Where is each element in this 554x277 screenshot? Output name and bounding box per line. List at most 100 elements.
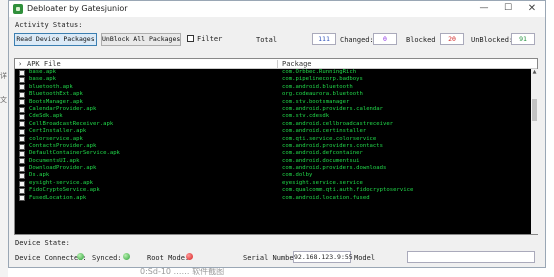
column-header-package[interactable]: Package — [282, 59, 312, 69]
row-checkbox[interactable] — [19, 106, 25, 113]
row-checkbox[interactable] — [19, 150, 25, 157]
root-mode-indicator-icon — [186, 253, 193, 260]
app-icon — [13, 4, 23, 14]
list-item[interactable]: colorservice.apk com.qti.service.colorser… — [15, 136, 530, 143]
synced-label: Synced: — [92, 254, 122, 262]
list-item[interactable]: FidoCryptoService.apk com.qualcomm.qti.au… — [15, 187, 530, 194]
row-checkbox[interactable] — [19, 77, 25, 84]
row-checkbox[interactable] — [19, 99, 25, 106]
list-item[interactable]: CalendarProvider.apk com.android.provider… — [15, 106, 530, 113]
row-checkbox[interactable] — [19, 69, 25, 76]
model-field — [407, 251, 535, 263]
list-item[interactable]: ContactsProvider.apk com.android.provider… — [15, 143, 530, 150]
unblocked-count: 91 — [511, 33, 535, 45]
list-item[interactable]: CellBroadcastReceiver.apk com.android.cel… — [15, 121, 530, 128]
list-item[interactable]: FusedLocation.apk com.android.location.fu… — [15, 195, 530, 202]
row-checkbox[interactable] — [19, 91, 25, 98]
apk-file-cell: ContactsProvider.apk — [29, 142, 97, 149]
blocked-count: 20 — [440, 33, 464, 45]
apk-file-cell: CellBroadcastReceiver.apk — [29, 120, 114, 127]
background-panel: 详 文 — [0, 0, 8, 277]
apk-file-cell: base.apk — [29, 76, 56, 83]
apk-file-cell: base.apk — [29, 69, 56, 75]
read-device-packages-button[interactable]: Read Device Packages — [14, 33, 97, 46]
list-item[interactable]: DocumentsUI.apk com.android.documentsui — [15, 158, 530, 165]
row-checkbox[interactable] — [19, 195, 25, 202]
row-checkbox[interactable] — [19, 158, 25, 165]
list-header: › APK File Package — [15, 59, 537, 69]
apk-file-cell: DownloadProvider.apk — [29, 165, 97, 172]
changed-label: Changed: — [340, 36, 374, 44]
list-item[interactable]: DownloadProvider.apk com.android.provider… — [15, 165, 530, 172]
package-cell: com.android.bluetooth — [282, 83, 353, 90]
apk-file-cell: BootsManager.apk — [29, 98, 83, 105]
activity-status-label: Activity Status: — [15, 21, 83, 29]
list-item[interactable]: CdeSdk.apk com.stv.cdesdk — [15, 113, 530, 121]
package-cell: com.Orbbec.RunningRich — [282, 69, 357, 75]
serial-number-label: Serial Number — [243, 254, 298, 262]
package-cell: com.android.cellbroadcastreceiver — [282, 120, 394, 127]
row-checkbox[interactable] — [19, 143, 25, 150]
serial-number-field: 92.168.123.9:55 — [293, 251, 353, 263]
row-checkbox[interactable] — [19, 84, 25, 91]
row-checkbox[interactable] — [19, 114, 25, 121]
list-item[interactable]: base.apk com.pipelinecorp.badboys — [15, 76, 530, 84]
row-checkbox[interactable] — [19, 121, 25, 128]
package-cell: com.android.documentsui — [282, 157, 360, 164]
row-checkbox[interactable] — [19, 128, 25, 135]
row-checkbox[interactable] — [19, 187, 25, 194]
package-cell: com.android.providers.downloads — [282, 165, 387, 172]
scrollbar-thumb[interactable] — [532, 99, 537, 121]
apk-file-cell: CertInstaller.apk — [29, 128, 87, 135]
apk-file-cell: CalendarProvider.apk — [29, 105, 97, 112]
column-header-apk[interactable]: APK File — [27, 59, 61, 69]
list-item[interactable]: DefaultContainerService.apk com.android.d… — [15, 150, 530, 157]
app-window: Debloater by Gatesjunior — ☐ ✕ Activity … — [8, 0, 546, 268]
filter-checkbox[interactable] — [187, 35, 194, 42]
list-item[interactable]: BluetoothExt.apk org.codeaurora.bluetooth — [15, 91, 530, 98]
minimize-icon[interactable]: — — [473, 1, 495, 17]
row-checkbox[interactable] — [19, 165, 25, 172]
apk-file-cell: CdeSdk.apk — [29, 113, 63, 120]
scroll-up-icon[interactable]: ▲ — [531, 69, 538, 76]
connected-indicator-icon — [77, 253, 84, 260]
list-item[interactable]: BootsManager.apk com.stv.bootsmanager — [15, 99, 530, 106]
apk-file-cell: BluetoothExt.apk — [29, 91, 83, 98]
synced-indicator-icon — [123, 253, 130, 260]
chevron-right-icon[interactable]: › — [18, 59, 22, 69]
row-checkbox[interactable] — [19, 136, 25, 143]
maximize-icon[interactable]: ☐ — [497, 1, 519, 17]
total-label: Total — [256, 36, 278, 44]
package-cell: com.android.location.fused — [282, 194, 370, 201]
background-fragment: 详 — [0, 72, 7, 80]
package-cell: com.qualcomm.qti.auth.fidocryptoservice — [282, 187, 414, 194]
package-list[interactable]: › APK File Package base.apk com.Orbbec.Ru… — [14, 58, 538, 235]
package-cell: org.codeaurora.bluetooth — [282, 91, 363, 98]
unblock-all-packages-button[interactable]: UnBlock All Packages — [101, 33, 181, 46]
apk-file-cell: DocumentsUI.apk — [29, 157, 80, 164]
row-checkbox[interactable] — [19, 180, 25, 187]
model-label: Model — [354, 254, 376, 262]
package-cell: com.android.providers.contacts — [282, 142, 384, 149]
close-icon[interactable]: ✕ — [521, 1, 543, 17]
package-cell: com.pipelinecorp.badboys — [282, 76, 363, 83]
package-cell: com.stv.cdesdk — [282, 113, 330, 120]
apk-file-cell: Ds.apk — [29, 172, 50, 179]
list-item[interactable]: CertInstaller.apk com.android.certinstall… — [15, 128, 530, 135]
list-rows: base.apk com.Orbbec.RunningRich base.apk co… — [15, 69, 530, 234]
root-mode-label: Root Mode: — [147, 254, 190, 262]
row-checkbox[interactable] — [19, 173, 25, 180]
apk-file-cell: colorservice.apk — [29, 135, 83, 142]
window-title: Debloater by Gatesjunior — [27, 4, 128, 13]
changed-count: 0 — [373, 33, 397, 45]
title-bar: Debloater by Gatesjunior — ☐ ✕ — [9, 1, 545, 17]
list-item[interactable]: base.apk com.Orbbec.RunningRich — [15, 69, 530, 76]
package-cell: com.stv.bootsmanager — [282, 98, 350, 105]
list-item[interactable]: Ds.apk com.dolby — [15, 172, 530, 180]
filter-label: Filter — [197, 35, 223, 43]
apk-file-cell: FusedLocation.apk — [29, 194, 87, 201]
list-scrollbar[interactable]: ▲ — [531, 69, 538, 234]
total-count: 111 — [312, 33, 336, 45]
list-item[interactable]: bluetooth.apk com.android.bluetooth — [15, 84, 530, 91]
list-item[interactable]: eysight-service.apk eyesight.service.serv… — [15, 180, 530, 187]
